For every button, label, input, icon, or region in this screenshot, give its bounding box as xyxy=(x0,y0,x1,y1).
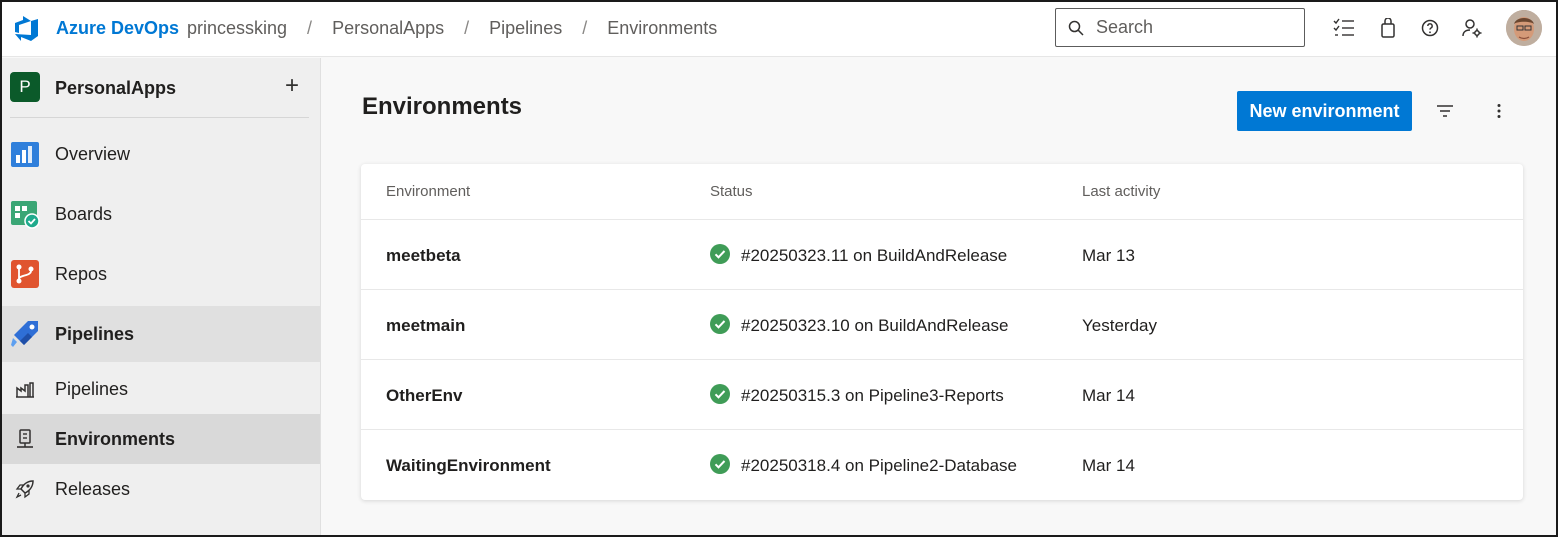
project-header: P PersonalApps + xyxy=(10,72,309,118)
table-row[interactable]: meetbeta #20250323.11 on BuildAndRelease… xyxy=(361,220,1523,290)
column-header-last-activity[interactable]: Last activity xyxy=(1082,183,1160,200)
sidebar-item-label: Pipelines xyxy=(55,378,129,399)
repos-icon xyxy=(11,260,39,288)
breadcrumb-separator: / xyxy=(582,18,588,38)
breadcrumb-separator: / xyxy=(307,18,313,38)
sidebar-item-label: Pipelines xyxy=(55,323,135,344)
overview-icon xyxy=(11,142,39,167)
user-settings-icon[interactable] xyxy=(1460,16,1484,40)
last-activity: Yesterday xyxy=(1082,316,1157,335)
pipeline-list-icon xyxy=(16,382,34,398)
table-row[interactable]: OtherEnv #20250315.3 on Pipeline3-Report… xyxy=(361,360,1523,430)
column-header-status[interactable]: Status xyxy=(710,183,753,200)
table-header: Environment Status Last activity xyxy=(361,164,1523,220)
breadcrumb-environments[interactable]: Environments xyxy=(607,18,717,39)
breadcrumb: princessking / PersonalApps / Pipelines … xyxy=(187,18,717,39)
add-icon[interactable]: + xyxy=(285,72,299,100)
sidebar-item-label: Repos xyxy=(55,263,108,284)
table-row[interactable]: WaitingEnvironment #20250318.4 on Pipeli… xyxy=(361,430,1523,500)
brand-link[interactable]: Azure DevOps xyxy=(56,18,179,39)
environment-name-link[interactable]: WaitingEnvironment xyxy=(386,456,551,476)
sidebar-item-label: Boards xyxy=(55,203,113,224)
sidebar-subitem-pipelines[interactable]: Pipelines xyxy=(2,364,320,414)
environment-name-link[interactable]: meetmain xyxy=(386,316,465,336)
column-header-environment[interactable]: Environment xyxy=(386,183,470,200)
sidebar-item-overview[interactable]: Overview xyxy=(2,126,320,182)
status-run-link[interactable]: #20250323.10 on BuildAndRelease xyxy=(741,316,1009,336)
environment-name-link[interactable]: meetbeta xyxy=(386,246,461,266)
boards-icon xyxy=(11,201,40,229)
avatar[interactable] xyxy=(1506,10,1542,46)
sidebar: P PersonalApps + Overview Boards Repos P… xyxy=(2,58,321,535)
sidebar-item-label: Overview xyxy=(55,143,131,164)
new-environment-button[interactable]: New environment xyxy=(1237,91,1412,131)
help-icon[interactable] xyxy=(1418,16,1442,40)
status-run-link[interactable]: #20250315.3 on Pipeline3-Reports xyxy=(741,386,1004,406)
environment-name-link[interactable]: OtherEnv xyxy=(386,386,463,406)
sidebar-item-boards[interactable]: Boards xyxy=(2,186,320,242)
project-name[interactable]: PersonalApps xyxy=(55,78,176,99)
checklist-icon[interactable] xyxy=(1332,16,1356,40)
last-activity: Mar 14 xyxy=(1082,386,1135,405)
sidebar-subitem-releases[interactable]: Releases xyxy=(2,464,320,514)
azure-devops-logo-icon[interactable] xyxy=(12,14,40,42)
search-box[interactable] xyxy=(1055,8,1305,47)
success-check-icon xyxy=(710,384,730,404)
success-check-icon xyxy=(710,244,730,264)
page-title: Environments xyxy=(362,93,523,120)
sidebar-item-label: Environments xyxy=(55,428,176,449)
shopping-bag-icon[interactable] xyxy=(1376,16,1400,40)
top-bar: Azure DevOps princessking / PersonalApps… xyxy=(2,2,1556,57)
status-run-link[interactable]: #20250318.4 on Pipeline2-Database xyxy=(741,456,1017,476)
breadcrumb-pipelines[interactable]: Pipelines xyxy=(489,18,562,39)
status-run-link[interactable]: #20250323.11 on BuildAndRelease xyxy=(741,246,1007,266)
environments-table: Environment Status Last activity meetbet… xyxy=(361,164,1523,500)
sidebar-subitem-environments[interactable]: Environments xyxy=(2,414,320,464)
success-check-icon xyxy=(710,454,730,474)
breadcrumb-project[interactable]: PersonalApps xyxy=(332,18,444,39)
sidebar-item-repos[interactable]: Repos xyxy=(2,246,320,302)
table-row[interactable]: meetmain #20250323.10 on BuildAndRelease… xyxy=(361,290,1523,360)
pipelines-icon xyxy=(11,321,38,347)
project-avatar[interactable]: P xyxy=(10,72,40,102)
sidebar-item-pipelines[interactable]: Pipelines xyxy=(2,306,320,362)
last-activity: Mar 13 xyxy=(1082,246,1135,265)
app-window: Azure DevOps princessking / PersonalApps… xyxy=(0,0,1558,537)
last-activity: Mar 14 xyxy=(1082,456,1135,475)
search-icon xyxy=(1068,20,1084,36)
success-check-icon xyxy=(710,314,730,334)
breadcrumb-separator: / xyxy=(464,18,470,38)
sidebar-item-label: Releases xyxy=(55,478,131,499)
search-input[interactable] xyxy=(1096,17,1286,38)
filter-icon[interactable] xyxy=(1433,99,1457,123)
more-options-icon[interactable] xyxy=(1487,99,1511,123)
environment-icon xyxy=(17,429,33,448)
rocket-icon xyxy=(15,480,34,499)
breadcrumb-organization[interactable]: princessking xyxy=(187,18,287,39)
